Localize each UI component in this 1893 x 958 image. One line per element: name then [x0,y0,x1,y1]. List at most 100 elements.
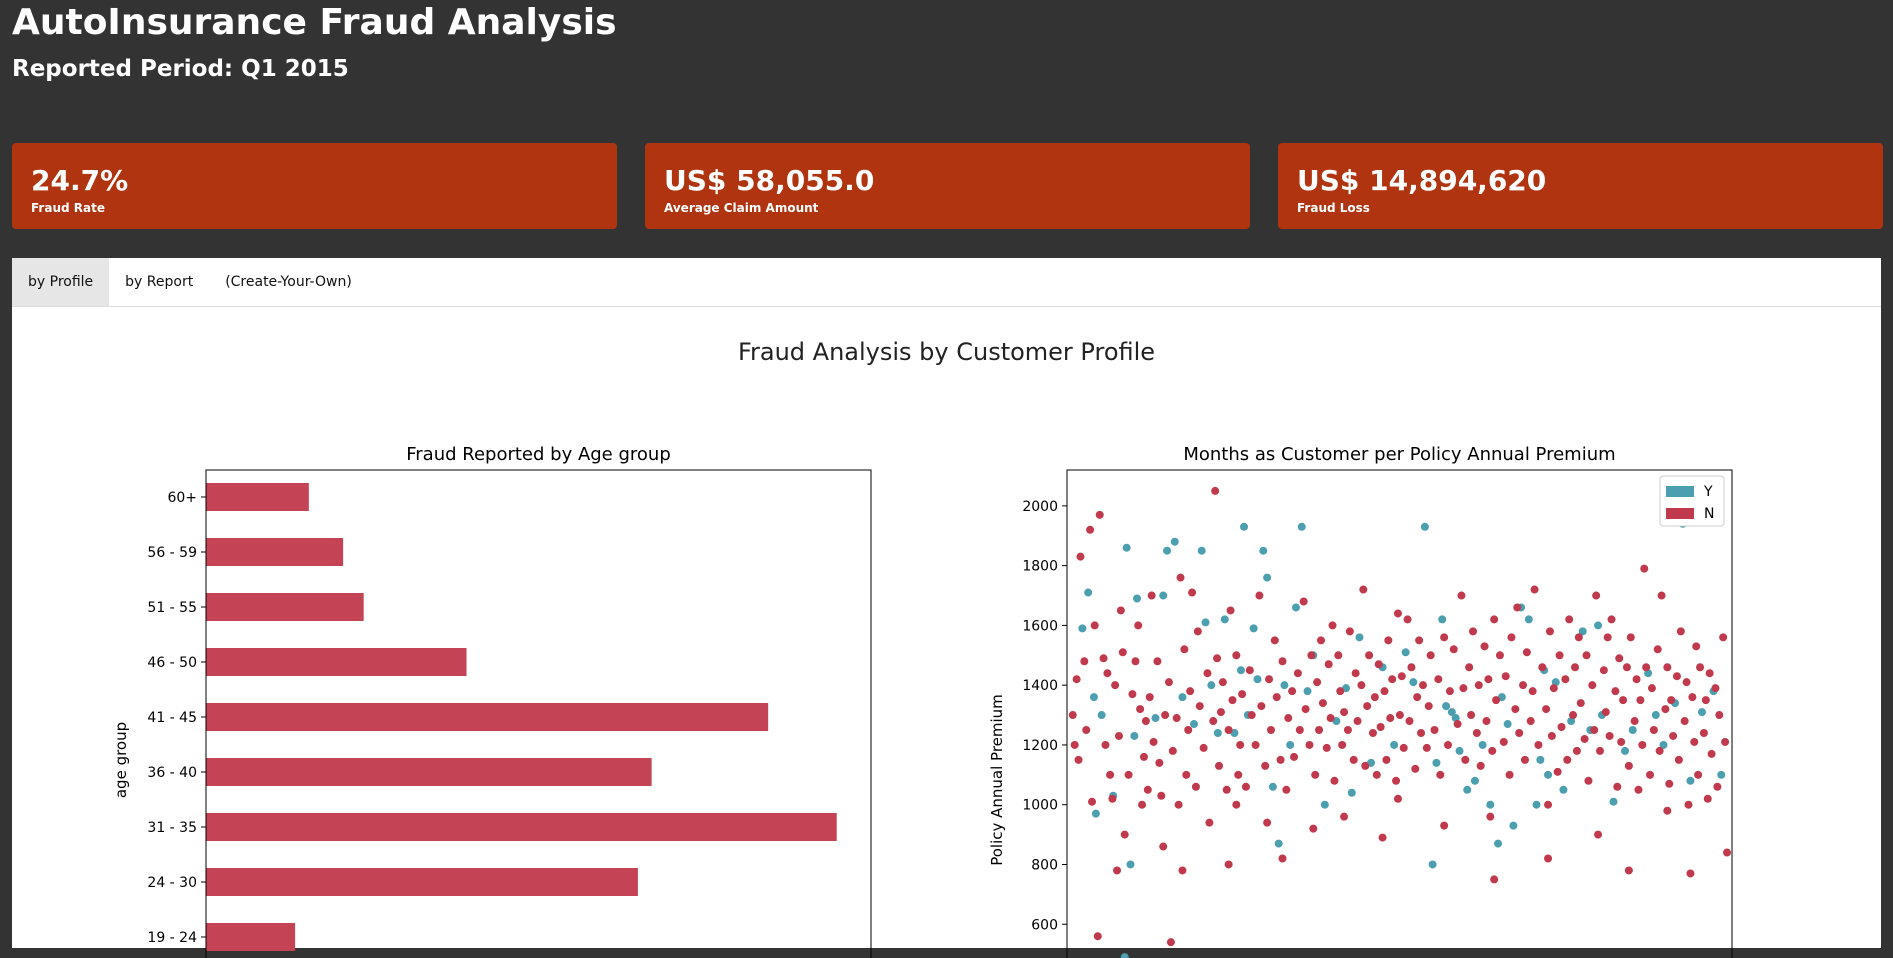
scatter-point-n [1088,797,1097,806]
scatter-point-n [1657,591,1666,600]
scatter-point-n [1688,693,1697,702]
scatter-point-n [1488,746,1497,755]
scatter-point-y [1091,809,1100,818]
scatter-point-n [1245,666,1254,675]
scatter-point-n [1103,669,1112,678]
scatter-point-n [1472,728,1481,737]
scatter-point-n [1395,711,1404,720]
scatter-point-n [1370,693,1379,702]
scatter-point-y [1291,603,1300,612]
tab-create-your-own[interactable]: (Create-Your-Own) [209,258,368,306]
scatter-point-n [1090,621,1099,630]
scatter-point-n [1555,651,1564,660]
scatter-point-y [1651,711,1660,720]
scatter-point-n [1393,609,1402,618]
scatter-point-n [1457,591,1466,600]
scatter-point-n [1686,869,1695,878]
scatter-point-n [1074,755,1083,764]
scatter-point-n [1166,938,1175,947]
scatter-point-y [1159,591,1168,600]
scatter-point-n [1353,717,1362,726]
scatter-point-n [1288,687,1297,696]
scatter-point-n [1584,776,1593,785]
scatter-point-y [1133,594,1142,603]
scatter-point-n [1311,770,1320,779]
kpi-card-average-claim: US$ 58,055.0 Average Claim Amount [645,143,1250,229]
bar [206,703,769,731]
scatter-point-n [1513,603,1522,612]
scatter-point-y [1401,648,1410,657]
scatter-point-y [1268,782,1277,791]
scatter-point-n [1690,737,1699,746]
scatter-point-n [1328,621,1337,630]
scatter-point-y [1536,755,1545,764]
kpi-label: Fraud Rate [31,200,105,215]
scatter-point-n [1667,696,1676,705]
scatter-point-n [1272,693,1281,702]
scatter-point-y [1084,588,1093,597]
scatter-point-n [1313,678,1322,687]
scatter-point-n [1068,711,1077,720]
scatter-point-y [1432,758,1441,767]
scatter-point-n [1570,663,1579,672]
scatter-point-y [1717,770,1726,779]
scatter-point-n [1459,684,1468,693]
scatter-point-n [1467,711,1476,720]
scatter-point-n [1561,675,1570,684]
scatter-point-n [1336,687,1345,696]
scatter-point-n [1418,681,1427,690]
scatter-point-n [1318,699,1327,708]
scatter-point-n [1640,564,1649,573]
bar [206,648,467,676]
scatter-point-n [1576,699,1585,708]
scatter-point-n [1453,720,1462,729]
scatter-point-n [1520,755,1529,764]
scatter-point-y [1297,522,1306,531]
scatter-point-n [1715,711,1724,720]
tab-by-profile[interactable]: by Profile [12,258,110,306]
y-tick-label: 41 - 45 [147,710,197,726]
scatter-point-n [1415,636,1424,645]
scatter-point-n [1290,752,1299,761]
scatter-point-n [1694,770,1703,779]
scatter-point-n [1511,705,1520,714]
scatter-point-n [1376,723,1385,732]
scatter-point-n [1168,746,1177,755]
scatter-point-n [1393,794,1402,803]
scatter-point-n [1674,755,1683,764]
scatter-point-n [1545,627,1554,636]
scatter-point-n [1549,684,1558,693]
scatter-point-n [1490,875,1499,884]
scatter-point-n [1655,746,1664,755]
scatter-point-y [1390,740,1399,749]
tab-by-report[interactable]: by Report [109,258,209,306]
scatter-point-n [1343,726,1352,734]
scatter-point-n [1139,752,1148,761]
scatter-point-n [1188,588,1197,597]
scatter-point-n [1519,681,1528,690]
scatter-point-n [1203,669,1212,678]
scatter-point-y [1509,821,1518,830]
scatter-point-n [1226,606,1235,615]
scatter-point-n [1276,755,1285,764]
scatter-point-y [1621,746,1630,755]
scatter-point-n [1255,591,1264,600]
scatter-point-y [1201,618,1210,627]
scatter-point-n [1646,770,1655,779]
scatter-point-y [1697,708,1706,717]
scatter-point-n [1209,717,1218,726]
scatter-point-n [1363,702,1372,711]
scatter-point-n [1588,681,1597,690]
scatter-point-n [1176,573,1185,582]
scatter-point-n [1374,660,1383,669]
scatter-point-y [1686,776,1695,785]
scatter-point-n [1205,818,1214,827]
scatter-point-n [1626,633,1635,642]
scatter-point-n [1118,648,1127,657]
scatter-point-n [1572,746,1581,755]
scatter-point-n [1111,681,1120,690]
y-tick-label: 31 - 35 [147,820,197,836]
scatter-point-n [1095,510,1104,519]
scatter-point-n [1590,726,1599,734]
scatter-point-n [1719,633,1728,642]
